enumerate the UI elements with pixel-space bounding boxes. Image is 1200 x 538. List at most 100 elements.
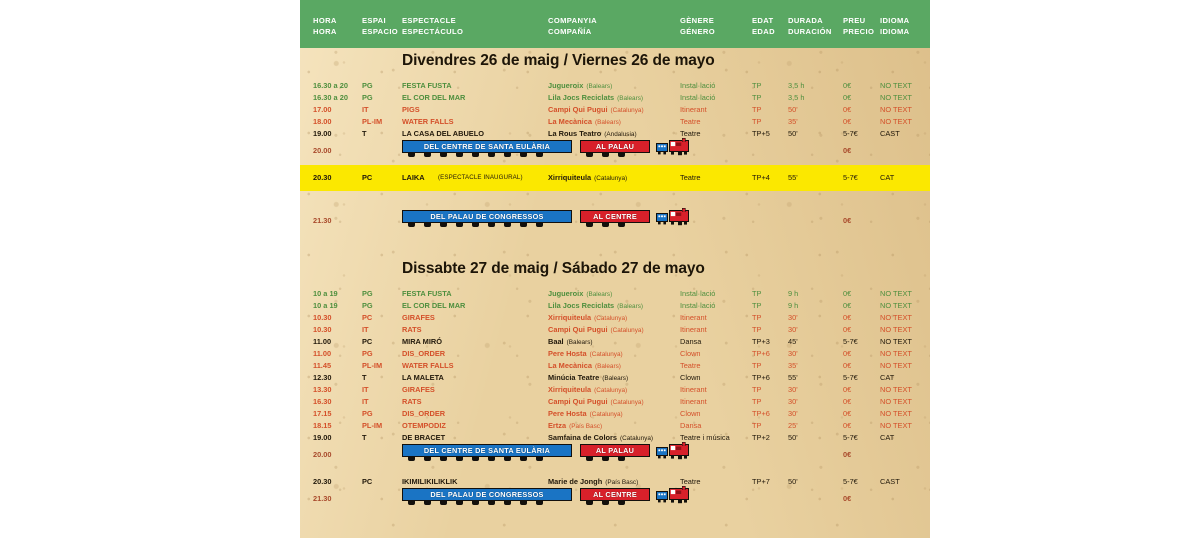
schedule-row[interactable]: 19.00 T DE BRACET Samfaina de Colors (Catalu… <box>300 432 930 444</box>
row-show-title: RATS <box>402 397 422 406</box>
row-duration: 30' <box>788 325 798 334</box>
row-genre: Dansa <box>680 421 702 430</box>
row-genre: Teatre <box>680 173 701 182</box>
row-price: 5-7€ <box>843 173 858 182</box>
column-header-hora: HORA HORA <box>313 15 337 37</box>
row-company-origin: (Catalunya) <box>594 315 628 322</box>
row-price: 0€ <box>843 117 852 126</box>
row-duration: 35' <box>788 117 798 126</box>
shuttle-origin-banner: DEL CENTRE DE SANTA EULÀRIA <box>402 444 572 457</box>
row-age: TP+2 <box>752 433 770 442</box>
row-company-origin: (Balears) <box>586 83 613 90</box>
row-duration: 25' <box>788 421 798 430</box>
row-language: NO TEXT <box>880 361 912 370</box>
row-genre: Itinerant <box>680 325 707 334</box>
row-company-origin: (Balears) <box>594 363 621 370</box>
row-show-title: DIS_ORDER <box>402 409 446 418</box>
row-age: TP+6 <box>752 373 770 382</box>
header-label-ca: DURADA <box>788 16 824 25</box>
shuttle-destination-label: AL PALAU <box>595 142 635 151</box>
row-genre: Instal·lació <box>680 81 716 90</box>
row-price: 0€ <box>843 301 852 310</box>
schedule-row[interactable]: 12.30 T LA MALETA Minúcia Teatre (Balears) Cl… <box>300 372 930 384</box>
header-label-ca: HORA <box>313 16 337 25</box>
row-duration: 55' <box>788 173 798 182</box>
row-space: T <box>362 129 367 138</box>
column-header-durada: DURADA DURACIÓN <box>788 15 832 37</box>
row-space: PG <box>362 289 373 298</box>
schedule-row[interactable]: 13.30 IT GIRAFES Xirriquiteula (Catalunya) It… <box>300 384 930 396</box>
row-company-name: Pere Hosta <box>548 349 587 358</box>
row-show-title: FESTA FUSTA <box>402 289 452 298</box>
row-time: 20.30 <box>313 173 332 182</box>
row-space: IT <box>362 385 369 394</box>
shuttle-train-row: 21.30 DEL PALAU DE CONGRESSOS AL CENTRE 0€ <box>300 208 930 230</box>
row-show-title: RATS <box>402 325 422 334</box>
train-wheels <box>408 153 566 157</box>
schedule-row[interactable]: 18.00 PL-IM WATER FALLS La Mecànica (Balears… <box>300 116 930 128</box>
shuttle-destination-label: AL CENTRE <box>593 490 637 499</box>
row-duration: 9 h <box>788 301 799 310</box>
row-time: 17.00 <box>313 105 332 114</box>
schedule-row[interactable]: 11.45 PL-IM WATER FALLS La Mecànica (Balears… <box>300 360 930 372</box>
train-wheels <box>408 223 566 227</box>
row-language: NO TEXT <box>880 81 912 90</box>
header-label-es: HORA <box>313 27 337 36</box>
row-genre: Instal·lació <box>680 301 716 310</box>
row-company-origin: (Catalunya) <box>589 351 623 358</box>
schedule-row[interactable]: 19.00 T LA CASA DEL ABUELO La Rous Teatro (A… <box>300 128 930 140</box>
schedule-row[interactable]: 17.00 IT PIGS Campi Qui Pugui (Catalunya) Iti… <box>300 104 930 116</box>
schedule-row[interactable]: 10.30 PC GIRAFES Xirriquiteula (Catalunya) It… <box>300 312 930 324</box>
shuttle-time: 20.00 <box>313 450 332 459</box>
schedule-row[interactable]: 11.00 PG DIS_ORDER Pere Hosta (Catalunya) Clo… <box>300 348 930 360</box>
schedule-row[interactable]: 16.30 IT RATS Campi Qui Pugui (Catalunya) Iti… <box>300 396 930 408</box>
row-company-name: La Mecànica <box>548 361 592 370</box>
shuttle-price: 0€ <box>843 450 852 459</box>
row-language: CAT <box>880 173 895 182</box>
row-company-name: Jugueroix <box>548 81 584 90</box>
row-space: PG <box>362 409 373 418</box>
shuttle-time: 21.30 <box>313 494 332 503</box>
shuttle-origin-label: DEL CENTRE DE SANTA EULÀRIA <box>423 142 551 151</box>
row-time: 16.30 a 20 <box>313 93 348 102</box>
row-show-title: WATER FALLS <box>402 117 454 126</box>
row-price: 0€ <box>843 325 852 334</box>
row-duration: 50' <box>788 433 798 442</box>
schedule-row[interactable]: 10.30 IT RATS Campi Qui Pugui (Catalunya) Iti… <box>300 324 930 336</box>
schedule-row[interactable]: 16.30 a 20 PG FESTA FUSTA Jugueroix (Balears… <box>300 80 930 92</box>
shuttle-destination-label: AL CENTRE <box>593 212 637 221</box>
row-price: 5-7€ <box>843 477 858 486</box>
row-language: NO TEXT <box>880 301 912 310</box>
schedule-row[interactable]: 17.15 PG DIS_ORDER Pere Hosta (Catalunya) Clo… <box>300 408 930 420</box>
day-title: Divendres 26 de maig / Viernes 26 de may… <box>402 52 715 69</box>
schedule-row[interactable]: 10 a 19 PG FESTA FUSTA Jugueroix (Balears) In… <box>300 288 930 300</box>
schedule-row[interactable]: 10 a 19 PG EL COR DEL MAR Lila Jocs Recicla… <box>300 300 930 312</box>
row-age: TP+6 <box>752 409 770 418</box>
row-language: NO TEXT <box>880 289 912 298</box>
train-wheels <box>586 457 644 461</box>
row-show-title: LA CASA DEL ABUELO <box>402 129 484 138</box>
schedule-row[interactable]: 18.15 PL-IM OTEMPODIZ Ertza (País Basc) Dansa… <box>300 420 930 432</box>
schedule-row[interactable]: 16.30 a 20 PG EL COR DEL MAR Lila Jocs Reci… <box>300 92 930 104</box>
schedule-row[interactable]: 20.30 PC IKIMILIKILIKLIK Marie de Jongh (Paí… <box>300 476 930 488</box>
train-icon-wrap <box>656 486 690 506</box>
row-genre: Instal·lació <box>680 289 716 298</box>
row-company-origin: (País Basc) <box>605 479 639 486</box>
header-label-es: ESPECTÁCULO <box>402 27 464 36</box>
schedule-row[interactable]: 20.30 PC LAIKA (ESPECTACLE INAUGURAL) Xirriq… <box>300 172 930 184</box>
row-company-name: Baal <box>548 337 564 346</box>
row-show-title: WATER FALLS <box>402 361 454 370</box>
row-duration: 30' <box>788 313 798 322</box>
shuttle-destination-banner: AL PALAU <box>580 444 650 457</box>
row-space: PG <box>362 301 373 310</box>
header-label-es: GÉNERO <box>680 27 716 36</box>
header-label-ca: ESPECTACLE <box>402 16 456 25</box>
row-language: NO TEXT <box>880 93 912 102</box>
row-language: CAST <box>880 477 900 486</box>
row-company-name: Campi Qui Pugui <box>548 397 608 406</box>
row-space: IT <box>362 325 369 334</box>
column-header-espectacle: ESPECTACLE ESPECTÁCULO <box>402 15 463 37</box>
row-company-origin: (Balears) <box>594 119 621 126</box>
row-language: NO TEXT <box>880 105 912 114</box>
schedule-row[interactable]: 11.00 PC MIRA MIRÓ Baal (Balears) Dansa TP+3 45… <box>300 336 930 348</box>
